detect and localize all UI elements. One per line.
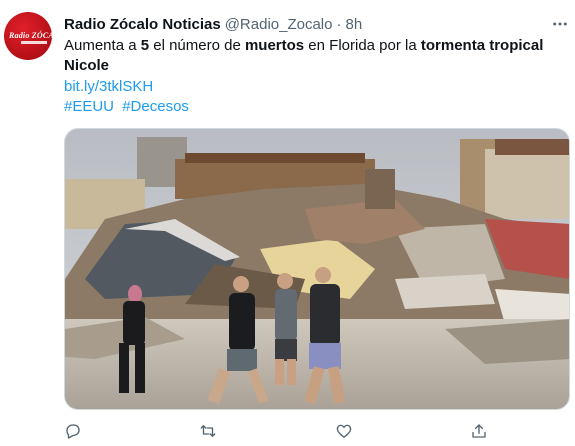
tweet-text-segment: muertos (244, 37, 305, 54)
avatar[interactable]: Radio ZÓCALO (4, 12, 52, 60)
tweet-text-segment: 5 (140, 37, 150, 54)
author-handle[interactable]: @Radio_Zocalo (225, 16, 333, 33)
tweet-text: Aumenta a 5 el número de muertos en Flor… (64, 36, 564, 76)
hashtags: #EEUU #Decesos (64, 97, 189, 117)
hashtag-link[interactable]: #EEUU (64, 98, 114, 115)
tweet-text-segment: Aumenta a (64, 37, 141, 54)
more-options-icon[interactable] (550, 14, 570, 34)
retweet-icon[interactable] (197, 420, 219, 442)
tweet-photo[interactable] (64, 128, 570, 410)
share-upload-icon[interactable] (468, 420, 490, 442)
collapsed-building-photo (65, 129, 569, 409)
header-separator: · (336, 15, 342, 33)
heart-icon[interactable] (333, 420, 355, 442)
author-name[interactable]: Radio Zócalo Noticias (64, 16, 221, 33)
action-bar (0, 418, 575, 444)
reply-icon[interactable] (62, 420, 84, 442)
tweet-text-segment: en Florida por la (304, 37, 421, 54)
tweet-link[interactable]: bit.ly/3tklSKH (64, 77, 153, 97)
tweet-time[interactable]: 8h (346, 16, 363, 33)
hashtag-link[interactable]: #Decesos (122, 98, 189, 115)
avatar-logo-text: Radio ZÓCALO (9, 31, 52, 40)
tweet-text-segment: el número de (149, 37, 245, 54)
tweet-header: Radio Zócalo Noticias @Radio_Zocalo · 8h (64, 14, 362, 34)
tweet[interactable]: Radio ZÓCALO Radio Zócalo Noticias @Radi… (0, 0, 575, 446)
avatar-logo-underline (21, 41, 47, 44)
